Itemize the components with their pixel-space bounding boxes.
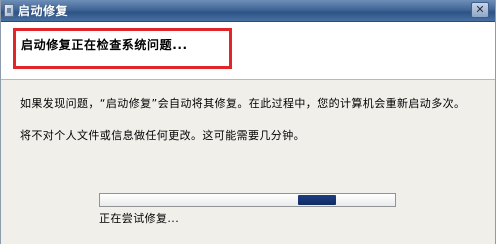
window-title: 启动修复 — [18, 4, 69, 18]
header-title: 启动修复正在检查系统问题... — [21, 38, 188, 52]
window-app-icon — [4, 4, 14, 17]
title-bar[interactable]: 启动修复 ✕ — [1, 0, 495, 22]
info-paragraph-auto-repair: 如果发现问题，“启动修复”会自动将其修复。在此过程中，您的计算机会重新启动多次。 — [20, 97, 466, 110]
progress-status-text: 正在尝试修复... — [99, 212, 180, 225]
close-button[interactable]: ✕ — [471, 2, 489, 18]
progress-marquee — [298, 195, 336, 205]
progress-bar — [99, 193, 396, 207]
info-paragraph-no-changes: 将不对个人文件或信息做任何更改。这可能需要几分钟。 — [20, 129, 305, 142]
header-panel: 启动修复正在检查系统问题... — [1, 22, 495, 80]
close-icon: ✕ — [475, 3, 485, 16]
startup-repair-window: 启动修复 ✕ 启动修复正在检查系统问题... 如果发现问题，“启动修复”会自动将… — [0, 0, 496, 244]
